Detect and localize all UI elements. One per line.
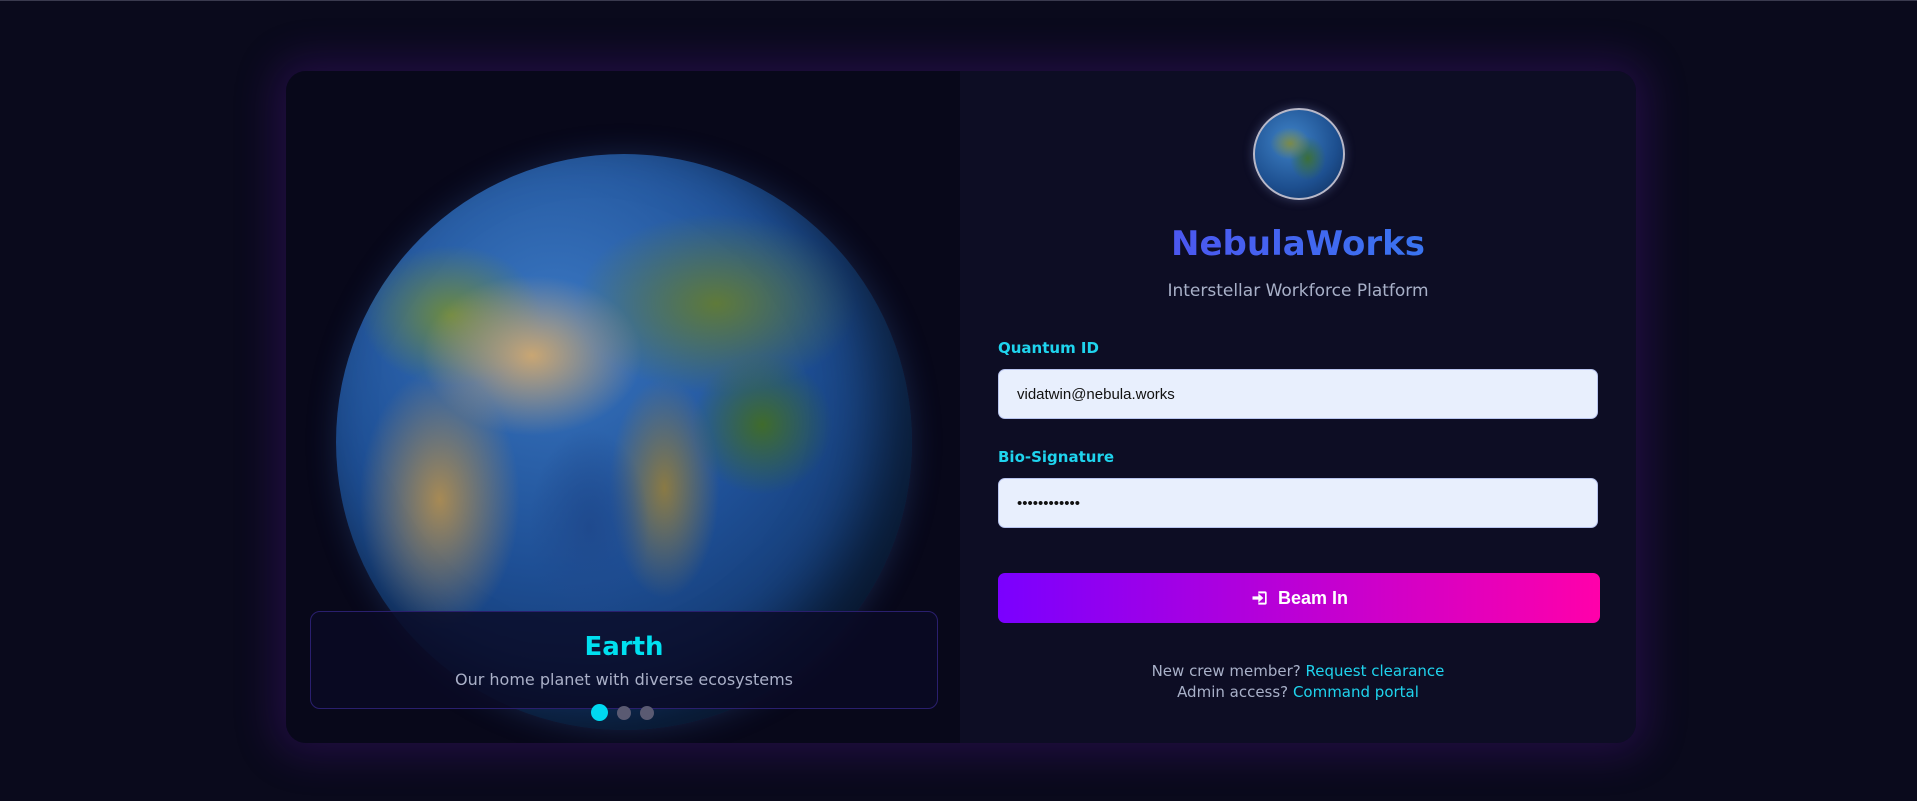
signup-row: New crew member? Request clearance <box>960 661 1636 682</box>
login-card: Earth Our home planet with diverse ecosy… <box>286 71 1636 743</box>
brand-name: NebulaWorks <box>960 224 1636 264</box>
sign-in-icon <box>1252 591 1267 605</box>
quantum-id-input[interactable]: vidatwin@nebula.works <box>998 369 1598 419</box>
brand-tagline: Interstellar Workforce Platform <box>1167 281 1429 301</box>
admin-prompt: Admin access? <box>1177 683 1289 701</box>
beam-in-label: Beam In <box>1277 587 1349 608</box>
carousel-dot-3[interactable] <box>640 705 654 720</box>
carousel-dots <box>591 704 654 721</box>
slide-title: Earth <box>584 632 664 662</box>
admin-row: Admin access? Command portal <box>960 682 1636 703</box>
quantum-id-label: Quantum ID <box>998 339 1099 357</box>
request-clearance-link[interactable]: Request clearance <box>1306 662 1445 680</box>
login-form-panel: NebulaWorks Interstellar Workforce Platf… <box>960 71 1636 743</box>
signup-prompt: New crew member? <box>1151 662 1301 680</box>
beam-in-button[interactable]: Beam In <box>998 573 1600 623</box>
bio-signature-label: Bio-Signature <box>998 448 1115 466</box>
bio-signature-input[interactable]: •••••••••••• <box>998 478 1598 528</box>
globe-logo-icon <box>1253 108 1345 200</box>
carousel-dot-1[interactable] <box>591 704 608 721</box>
window-top-border <box>0 0 1917 1</box>
planet-showcase: Earth Our home planet with diverse ecosy… <box>286 71 960 743</box>
slide-subtitle: Our home planet with diverse ecosystems <box>455 670 793 689</box>
carousel-dot-2[interactable] <box>617 705 631 720</box>
slide-caption: Earth Our home planet with diverse ecosy… <box>310 611 938 709</box>
auth-links: New crew member? Request clearance Admin… <box>960 661 1636 703</box>
command-portal-link[interactable]: Command portal <box>1293 683 1419 701</box>
